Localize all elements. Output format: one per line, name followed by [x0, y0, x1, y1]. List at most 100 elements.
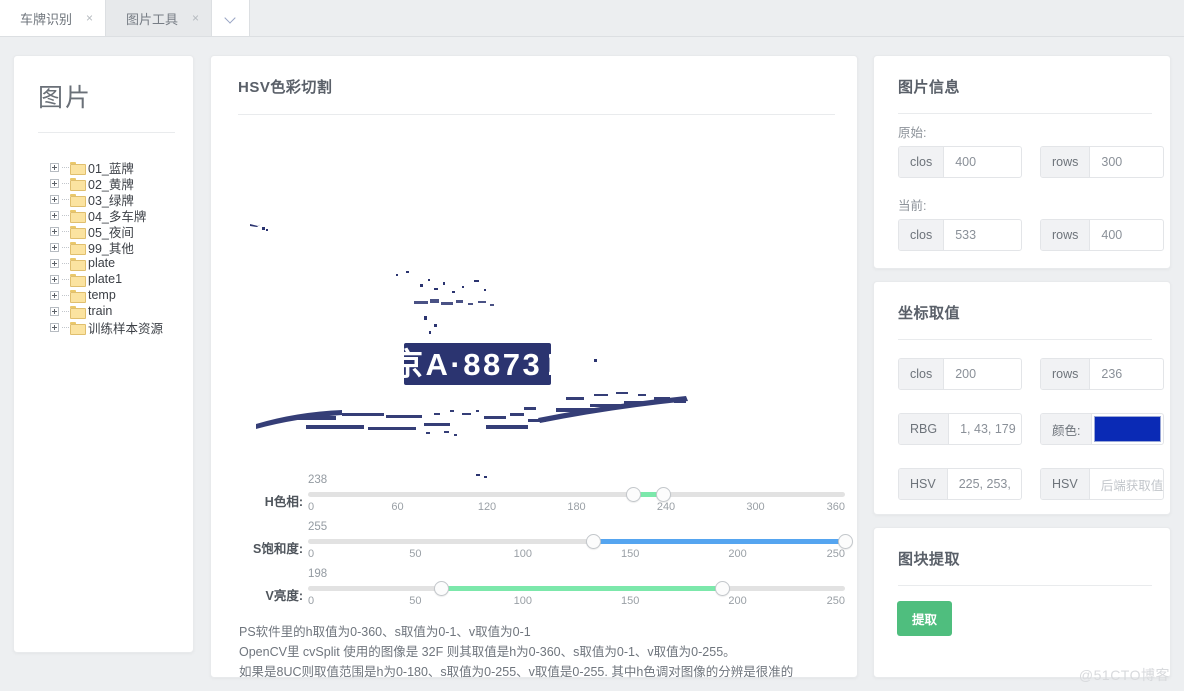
field-addon-label: HSV	[899, 469, 948, 499]
divider	[898, 339, 1152, 340]
current-rows-field[interactable]: rows 400	[1040, 219, 1164, 251]
slider-value: 198	[308, 568, 328, 580]
field-value: 400	[1101, 228, 1123, 242]
extract-button[interactable]: 提取	[897, 601, 953, 636]
slider-tick: 0	[308, 595, 315, 607]
tree-connector	[62, 182, 69, 184]
slider-tick: 150	[621, 595, 640, 607]
note-line: PS软件里的h取值为0-360、s取值为0-1、v取值为0-1	[239, 625, 531, 639]
segmented-image-canvas[interactable]: 京A·88731	[238, 116, 838, 526]
expand-icon[interactable]	[50, 178, 59, 188]
slider-handle-low[interactable]	[586, 534, 602, 549]
tab-license-plate-recognition[interactable]: 车牌识别 ×	[0, 0, 107, 36]
slider-tick: 200	[728, 548, 747, 560]
help-notes: PS软件里的h取值为0-360、s取值为0-1、v取值为0-1 OpenCV里 …	[239, 622, 839, 682]
tab-image-tools[interactable]: 图片工具 ×	[106, 0, 213, 36]
tree-connector	[62, 326, 69, 328]
tab-list-dropdown-button[interactable]	[212, 0, 251, 36]
field-addon-label: clos	[899, 147, 945, 177]
field-value: 533	[955, 228, 977, 242]
slider-value: 238	[308, 474, 328, 486]
slider-ticks: 0 50 100 150 200 250	[308, 595, 845, 609]
pick-rows-field[interactable]: rows 236	[1040, 358, 1164, 390]
tree-item[interactable]: plate1	[50, 271, 193, 287]
tree-connector	[62, 214, 69, 216]
sidebar-panel: 图片 01_蓝牌 02_黄牌 03_绿牌 04_多车牌 05_夜间 99_其他 plate p…	[13, 55, 194, 653]
tree-item-label: 训练样本资源	[88, 321, 164, 336]
pick-clos-field[interactable]: clos 200	[898, 358, 1022, 390]
segmented-image: 京A·88731	[238, 116, 838, 526]
tree-connector	[62, 166, 69, 168]
slider-tick: 240	[656, 501, 676, 513]
tree-connector	[62, 262, 69, 264]
tree-item[interactable]: plate	[50, 255, 193, 271]
folder-icon	[70, 193, 86, 207]
folder-icon	[70, 305, 86, 319]
expand-icon[interactable]	[50, 306, 59, 316]
slider-track[interactable]	[308, 534, 853, 549]
field-addon-label: clos	[899, 359, 945, 389]
slider-handle-high[interactable]	[715, 581, 731, 596]
plate-number-text: 京A·88731	[392, 347, 562, 382]
block-extract-panel: 图块提取 提取	[873, 527, 1171, 678]
expand-icon[interactable]	[50, 322, 59, 332]
close-icon[interactable]: ×	[192, 12, 199, 24]
slider-track[interactable]	[308, 581, 845, 596]
expand-icon[interactable]	[50, 194, 59, 204]
original-rows-field[interactable]: rows 300	[1040, 146, 1164, 178]
current-clos-field[interactable]: clos 533	[898, 219, 1022, 251]
slider-tick: 300	[746, 501, 765, 513]
expand-icon[interactable]	[50, 226, 59, 236]
slider-tick: 0	[308, 501, 315, 513]
tree-item[interactable]: temp	[50, 287, 193, 303]
slider-handle-high[interactable]	[655, 487, 671, 502]
slider-tick: 180	[567, 501, 586, 513]
slider-tick: 150	[621, 548, 640, 560]
expand-icon[interactable]	[50, 210, 59, 220]
divider	[238, 114, 835, 115]
slider-handle-low[interactable]	[433, 581, 449, 596]
chevron-down-icon	[225, 13, 236, 24]
field-addon-label: rows	[1041, 220, 1091, 250]
browser-tab-bar: 车牌识别 × 图片工具 ×	[0, 0, 1184, 37]
slider-label: V亮度:	[265, 589, 303, 603]
pick-color-field[interactable]: 颜色:	[1040, 413, 1164, 445]
page-title: HSV色彩切割	[238, 79, 333, 96]
slider-ticks: 0 50 100 150 200 250	[308, 548, 845, 562]
pick-rgb-field[interactable]: RBG 1, 43, 179	[898, 413, 1022, 445]
tree-item[interactable]: 99_其他	[50, 239, 193, 256]
expand-icon[interactable]	[50, 274, 59, 284]
slider-saturation: S饱和度: 255 0 50 100 150 200 250	[233, 521, 853, 570]
slider-tick: 50	[409, 595, 422, 607]
expand-icon[interactable]	[50, 162, 59, 172]
tab-label: 车牌识别	[20, 11, 73, 27]
tree-item-label: 99_其他	[88, 241, 134, 256]
slider-handle-high[interactable]	[837, 534, 853, 549]
slider-track[interactable]	[308, 487, 845, 502]
slider-value: 255	[308, 521, 328, 533]
folder-icon	[70, 241, 86, 255]
tree-item[interactable]: 训练样本资源	[50, 319, 193, 336]
slider-handle-low[interactable]	[625, 487, 641, 502]
hsv-segmentation-panel: HSV色彩切割 京A·88731 H色相: 238 0 60 120 180 2…	[210, 55, 858, 679]
slider-hue: H色相: 238 0 60 120 180 240 300 360	[233, 474, 845, 523]
folder-icon	[70, 273, 86, 287]
expand-icon[interactable]	[50, 290, 59, 300]
expand-icon[interactable]	[50, 258, 59, 268]
expand-icon[interactable]	[50, 242, 59, 252]
field-placeholder: 后端获取值	[1100, 478, 1163, 493]
slider-tick: 200	[728, 595, 747, 607]
slider-fill	[593, 539, 845, 544]
slider-tick: 100	[513, 595, 532, 607]
image-info-title: 图片信息	[898, 79, 961, 96]
pick-hsv-backend-field[interactable]: HSV 后端获取值	[1040, 468, 1164, 500]
tree-connector	[62, 198, 69, 200]
field-value: 400	[955, 155, 977, 169]
pick-hsv-field[interactable]: HSV 225, 253,	[898, 468, 1022, 500]
close-icon[interactable]: ×	[86, 12, 93, 24]
slider-tick: 360	[826, 501, 845, 513]
field-addon-label: clos	[899, 220, 945, 250]
tree-connector	[62, 310, 69, 312]
original-clos-field[interactable]: clos 400	[898, 146, 1022, 178]
folder-tree: 01_蓝牌 02_黄牌 03_绿牌 04_多车牌 05_夜间 99_其他 plate plat…	[50, 159, 193, 336]
